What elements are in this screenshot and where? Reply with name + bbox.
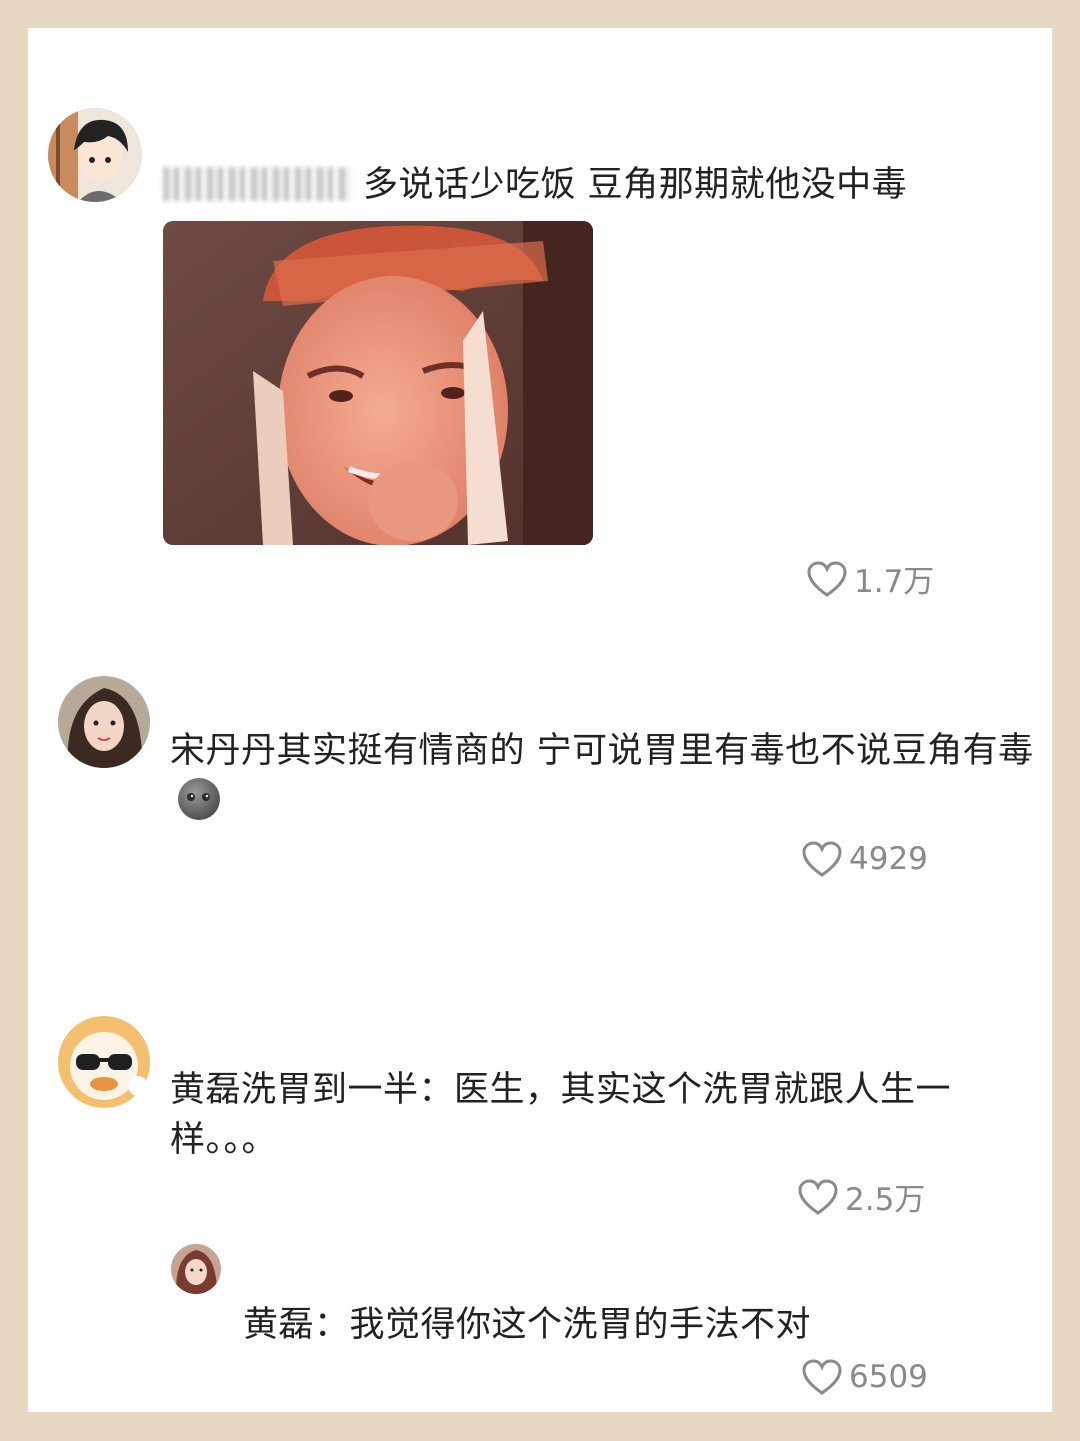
blurred-username (163, 167, 351, 201)
avatar-commenter-2[interactable] (58, 676, 150, 768)
like-count: 1.7万 (854, 564, 935, 600)
moon-face-emoji (176, 776, 222, 822)
woman-avatar-small-image (171, 1244, 221, 1294)
heart-outline-icon (802, 841, 842, 877)
heart-outline-icon (802, 1359, 842, 1395)
woman-avatar-image (58, 676, 150, 768)
costume-photo-image (163, 221, 593, 545)
cartoon-duck-sunglasses-avatar-image (58, 1016, 150, 1108)
avatar-replier[interactable] (171, 1244, 221, 1294)
comment-1-image[interactable] (163, 221, 593, 545)
comment-2-text: 宋丹丹其实挺有情商的 宁可说胃里有毒也不说豆角有毒 (170, 726, 1040, 826)
anime-boy-avatar-image (48, 108, 142, 202)
heart-outline-icon (807, 560, 847, 597)
comment-3-text: 黄磊洗胃到一半：医生，其实这个洗胃就跟人生一样。。。 (170, 1070, 952, 1160)
reply-text: 黄磊：我觉得你这个洗胃的手法不对 (243, 1305, 812, 1345)
like-count: 4929 (849, 841, 928, 877)
like-button-3[interactable]: 2.5万 (797, 1174, 925, 1219)
like-count: 6509 (849, 1359, 928, 1395)
like-button-reply[interactable]: 6509 (801, 1358, 928, 1396)
like-button-2[interactable]: 4929 (801, 840, 928, 878)
heart-outline-icon (798, 1178, 838, 1215)
avatar-commenter-1[interactable] (48, 108, 142, 202)
avatar-commenter-3[interactable] (58, 1016, 150, 1108)
like-button-1[interactable]: 1.7万 (806, 556, 934, 601)
like-count: 2.5万 (845, 1182, 926, 1218)
comment-list: 多说话少吃饭 豆角那期就他没中毒 1.7万 宋丹丹其实挺有情商的 宁可说胃里有毒… (28, 28, 1052, 1412)
comment-1-text: 多说话少吃饭 豆角那期就他没中毒 (163, 160, 1023, 210)
